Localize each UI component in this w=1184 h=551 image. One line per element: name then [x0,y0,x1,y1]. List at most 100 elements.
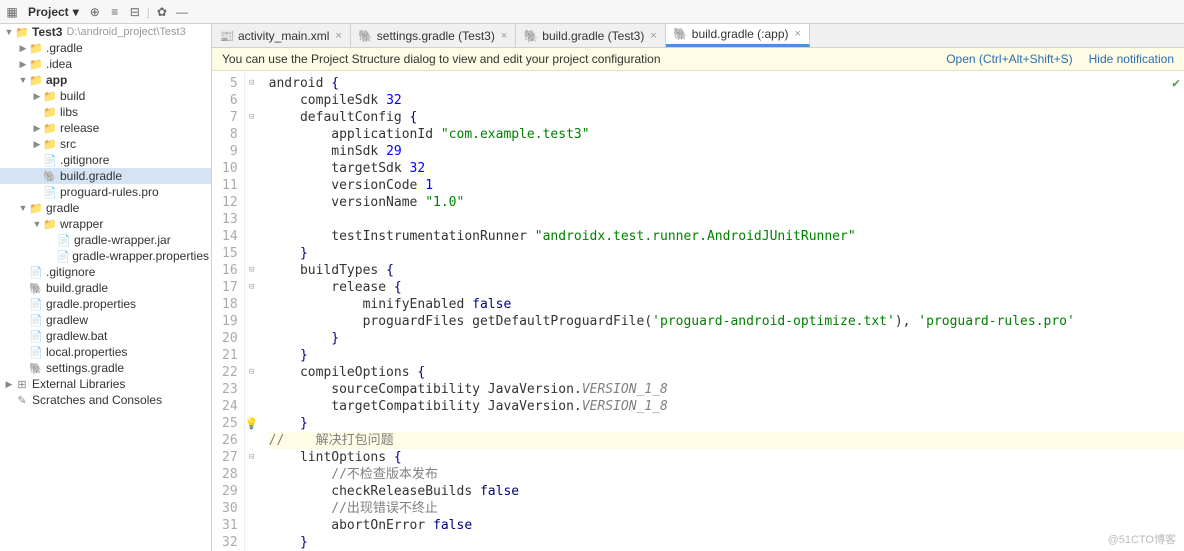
tree-arrow-icon[interactable]: ▶ [4,379,14,390]
code-line[interactable]: // 解决打包问题 [269,432,1184,449]
tree-item[interactable]: ▼📁Test3D:\android_project\Test3 [0,24,211,40]
tree-item[interactable]: ▼📁wrapper [0,216,211,232]
code-line[interactable]: compileOptions { [269,364,1184,381]
code-line[interactable]: release { [269,279,1184,296]
tree-item[interactable]: ✎Scratches and Consoles [0,392,211,408]
code-line[interactable]: testInstrumentationRunner "androidx.test… [269,228,1184,245]
tree-item[interactable]: 📄proguard-rules.pro [0,184,211,200]
tree-item[interactable]: 🐘build.gradle [0,168,211,184]
close-icon[interactable]: × [335,30,341,42]
tree-item[interactable]: ▶📁build [0,88,211,104]
tree-item[interactable]: 📄gradle-wrapper.jar [0,232,211,248]
fold-marker[interactable]: ⊟ [245,449,259,466]
code-line[interactable]: lintOptions { [269,449,1184,466]
code-line[interactable]: versionName "1.0" [269,194,1184,211]
analysis-ok-icon[interactable]: ✔ [1172,75,1180,92]
tree-arrow-icon[interactable]: ▶ [32,91,42,102]
tree-arrow-icon[interactable]: ▶ [32,123,42,134]
folder-icon: 📁 [42,105,58,119]
tree-item-label: .gitignore [60,153,109,167]
code-line[interactable]: minifyEnabled false [269,296,1184,313]
code-line[interactable]: targetSdk 32 [269,160,1184,177]
tree-arrow-icon[interactable]: ▶ [32,139,42,150]
tree-item-label: gradlew [46,313,88,327]
tree-item[interactable]: ▶📁.idea [0,56,211,72]
code-line[interactable]: defaultConfig { [269,109,1184,126]
tree-item[interactable]: ▼📁gradle [0,200,211,216]
tree-item[interactable]: 📄gradlew [0,312,211,328]
tree-item[interactable]: 🐘build.gradle [0,280,211,296]
fold-marker [245,381,259,398]
code-line[interactable]: compileSdk 32 [269,92,1184,109]
intention-bulb-icon[interactable]: 💡 [245,415,259,432]
code-line[interactable]: android { [269,75,1184,92]
code-line[interactable]: minSdk 29 [269,143,1184,160]
fold-marker [245,398,259,415]
code-line[interactable]: //不检查版本发布 [269,466,1184,483]
editor-tab[interactable]: 🐘settings.gradle (Test3)× [351,24,517,47]
hide-icon[interactable]: — [174,4,190,20]
close-icon[interactable]: × [795,28,801,40]
fold-marker [245,517,259,534]
close-icon[interactable]: × [501,30,507,42]
code-line[interactable]: } [269,245,1184,262]
tree-arrow-icon[interactable]: ▼ [32,219,42,229]
editor-tab[interactable]: 📰activity_main.xml× [212,24,351,47]
code-line[interactable]: proguardFiles getDefaultProguardFile('pr… [269,313,1184,330]
project-view-icon[interactable]: ▦ [4,4,20,20]
code-line[interactable]: } [269,534,1184,551]
gradle-icon: 🐘 [524,29,538,43]
tree-item[interactable]: ▶📁release [0,120,211,136]
tree-arrow-icon[interactable]: ▼ [18,75,28,85]
code-line[interactable]: buildTypes { [269,262,1184,279]
tree-arrow-icon[interactable]: ▶ [18,59,28,70]
line-number: 18 [222,296,238,313]
close-icon[interactable]: × [650,30,656,42]
editor-tab[interactable]: 🐘build.gradle (Test3)× [516,24,666,47]
tree-arrow-icon[interactable]: ▼ [18,203,28,213]
tree-item[interactable]: 📄gradle-wrapper.properties [0,248,211,264]
fold-marker[interactable]: ⊟ [245,279,259,296]
tree-item[interactable]: 📄.gitignore [0,152,211,168]
banner-open-link[interactable]: Open (Ctrl+Alt+Shift+S) [946,52,1072,66]
toolbar-title[interactable]: Project ▾ [24,5,83,19]
settings-icon[interactable]: ✿ [154,4,170,20]
code-line[interactable]: //出现错误不终止 [269,500,1184,517]
fold-marker[interactable]: ⊟ [245,109,259,126]
code-line[interactable]: sourceCompatibility JavaVersion.VERSION_… [269,381,1184,398]
notification-banner: You can use the Project Structure dialog… [212,48,1184,71]
tree-item[interactable]: ▼📁app [0,72,211,88]
code-line[interactable]: } [269,347,1184,364]
banner-hide-link[interactable]: Hide notification [1089,52,1174,66]
editor-tab[interactable]: 🐘build.gradle (:app)× [666,24,810,47]
tree-arrow-icon[interactable]: ▼ [4,27,14,37]
code-line[interactable]: targetCompatibility JavaVersion.VERSION_… [269,398,1184,415]
code-editor[interactable]: ✔ 56789101112131415161718192021222324252… [212,71,1184,551]
tree-item[interactable]: 📁libs [0,104,211,120]
line-number: 30 [222,500,238,517]
collapse-icon[interactable]: ⊟ [127,4,143,20]
code-line[interactable]: applicationId "com.example.test3" [269,126,1184,143]
select-opened-icon[interactable]: ⊕ [87,4,103,20]
fold-marker[interactable]: ⊟ [245,262,259,279]
code-line[interactable]: abortOnError false [269,517,1184,534]
fold-marker[interactable]: ⊟ [245,75,259,92]
code-line[interactable]: } [269,330,1184,347]
tree-item[interactable]: 📄local.properties [0,344,211,360]
tree-item[interactable]: ▶⊞External Libraries [0,376,211,392]
lib-icon: ⊞ [14,377,30,391]
fold-marker[interactable]: ⊟ [245,364,259,381]
code-line[interactable]: } [269,415,1184,432]
tree-item[interactable]: ▶📁src [0,136,211,152]
tree-item-label: wrapper [60,217,103,231]
tree-item[interactable]: 📄gradle.properties [0,296,211,312]
tree-item[interactable]: 🐘settings.gradle [0,360,211,376]
code-line[interactable]: versionCode 1 [269,177,1184,194]
expand-icon[interactable]: ≡ [107,4,123,20]
tree-item[interactable]: 📄gradlew.bat [0,328,211,344]
code-line[interactable]: checkReleaseBuilds false [269,483,1184,500]
code-line[interactable] [269,211,1184,228]
tree-arrow-icon[interactable]: ▶ [18,43,28,54]
tree-item[interactable]: ▶📁.gradle [0,40,211,56]
tree-item[interactable]: 📄.gitignore [0,264,211,280]
